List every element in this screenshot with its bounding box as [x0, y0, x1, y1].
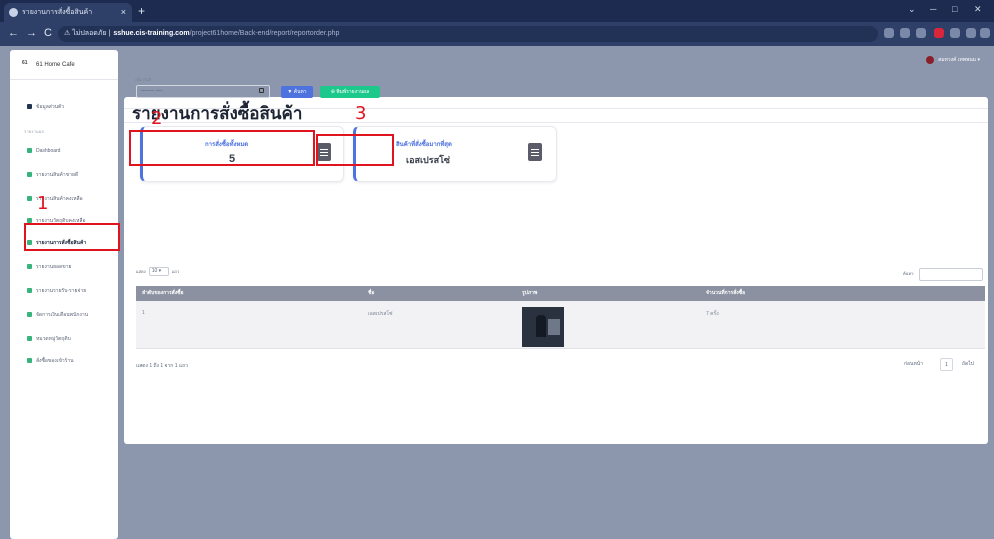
report-icon [27, 172, 32, 177]
maximize-button[interactable]: □ [952, 4, 957, 14]
avatar [926, 56, 935, 64]
user-name: สมหวงค์ เทพพนม ▾ [938, 57, 980, 63]
cell-no: 1 [142, 310, 145, 316]
sidepanel-icon[interactable] [966, 28, 976, 38]
sidebar-item-salary[interactable]: จัดการเงินเดือนพนักงาน [24, 308, 88, 322]
stat-top-label: สินค้าที่สั่งซื้อมากที่สุด [396, 142, 452, 148]
tab-list-chevron-icon[interactable]: ⌄ [908, 4, 916, 15]
brand-name: 61 Home Cafe [36, 62, 75, 68]
sidebar-item-label: หมวดหมู่วัตถุดิบ [36, 336, 71, 342]
browser-tabbar: รายงานการสั่งซื้อสินค้า × + ⌄ ─ □ ✕ [0, 0, 994, 22]
profile-icon [27, 104, 32, 109]
report-icon [27, 288, 32, 293]
address-bar-row: ← → C ⚠ ไม่ปลอดภัย | sshue.cis-training.c… [0, 22, 994, 46]
annotation-number-1: 1 [37, 193, 49, 214]
date-input-value: -------- ---- [141, 88, 163, 94]
search-input[interactable] [919, 268, 983, 281]
browser-tab[interactable]: รายงานการสั่งซื้อสินค้า × [4, 3, 132, 22]
cell-name: เอสเปรสโซ่ [368, 311, 393, 317]
cell-qty: 7 ครั้ง [706, 311, 719, 317]
divider [124, 108, 988, 109]
sidebar-heading: รายงานผล [24, 129, 45, 134]
annotation-number-2: 2 [151, 108, 163, 129]
report-icon [27, 312, 32, 317]
not-secure-label: ⚠ ไม่ปลอดภัย | [64, 30, 111, 37]
sidebar-item-label: รายงานสินค้าขายดี [36, 172, 79, 178]
highlight-box-3 [316, 134, 394, 166]
show-prefix: แสดง [136, 269, 146, 274]
sidebar-item-stock[interactable]: รายงานสินค้าคงเหลือ [24, 192, 83, 206]
tab-title: รายงานการสั่งซื้อสินค้า [22, 9, 93, 16]
sidebar-item-label: รายงานรายรับ-รายจ่าย [36, 288, 87, 294]
url-host: sshue.cis-training.com [113, 30, 190, 37]
highlight-box-1 [24, 223, 120, 251]
minimize-button[interactable]: ─ [930, 4, 936, 14]
column-header[interactable]: ลำดับของการสั่งซื้อ [142, 286, 184, 301]
forward-button[interactable]: → [26, 26, 37, 40]
sidebar-item-profile[interactable]: ข้อมูลส่วนตัว [24, 100, 64, 114]
sidebar-item-label: Dashboard [36, 148, 61, 154]
filter-label: เลือกวันที่ [135, 77, 152, 82]
page-area: 61 61 Home Cafe ข้อมูลส่วนตัว รายงานผล D… [0, 46, 994, 539]
reload-button[interactable]: C [44, 26, 52, 40]
zoom-icon[interactable] [884, 28, 894, 38]
sidebar-item-label: สั่งซื้อของเข้าร้าน [36, 358, 74, 364]
divider [124, 122, 988, 123]
sidebar-item-purchase[interactable]: สั่งซื้อของเข้าร้าน [24, 354, 74, 368]
back-button[interactable]: ← [8, 26, 19, 40]
sidebar-item-bestsellers[interactable]: รายงานสินค้าขายดี [24, 168, 78, 182]
extension-icon[interactable] [934, 28, 944, 38]
table-row: 1 เอสเปรสโซ่ 7 ครั้ง [136, 301, 985, 349]
show-suffix: แถว [171, 269, 180, 274]
highlight-box-2 [129, 130, 315, 166]
prev-page-button[interactable]: ก่อนหน้า [904, 358, 923, 371]
column-header[interactable]: จำนวนที่การสั่งซื้อ [706, 286, 745, 301]
sidebar-item-material-category[interactable]: หมวดหมู่วัตถุดิบ [24, 332, 71, 346]
brand-logo: 61 [22, 60, 28, 66]
page-1-button[interactable]: 1 [940, 358, 953, 371]
url-path: /project61home/Back-end/report/reportord… [189, 30, 340, 37]
product-image [522, 307, 564, 347]
brand[interactable]: 61 61 Home Cafe [10, 50, 118, 80]
share-icon[interactable] [900, 28, 910, 38]
column-header[interactable]: รูปภาพ [522, 286, 537, 301]
table-header: ลำดับของการสั่งซื้อ ชื่อ รูปภาพ จำนวนที่… [136, 286, 985, 301]
search-label: ค้นหา: [903, 271, 915, 276]
book-icon [528, 143, 542, 161]
tab-favicon-icon [9, 8, 18, 17]
sidebar-item-sales[interactable]: รายงานยอดขาย [24, 260, 71, 274]
new-tab-button[interactable]: + [138, 3, 145, 19]
report-icon [27, 264, 32, 269]
report-icon [27, 358, 32, 363]
report-icon [27, 196, 32, 201]
filter-button[interactable]: ▼ ค้นหา [281, 86, 313, 98]
extensions-puzzle-icon[interactable] [950, 28, 960, 38]
topbar: สมหวงค์ เทพพนม ▾ [124, 50, 990, 74]
url-input[interactable]: ⚠ ไม่ปลอดภัย | sshue.cis-training.com/pro… [58, 26, 878, 42]
profile-icon[interactable] [980, 28, 990, 38]
report-icon [27, 336, 32, 341]
annotation-number-3: 3 [355, 103, 367, 124]
sidebar-item-income-expense[interactable]: รายงานรายรับ-รายจ่าย [24, 284, 86, 298]
entries-select[interactable]: 10 ▾ [148, 267, 169, 277]
dashboard-icon [27, 148, 32, 153]
table-info: แสดง 1 ถึง 1 จาก 1 แถว [136, 363, 188, 369]
show-entries: แสดง 10 ▾ แถว [136, 267, 180, 277]
close-window-button[interactable]: ✕ [974, 4, 982, 15]
date-input[interactable]: -------- ---- [136, 85, 270, 98]
sidebar-item-label: รายงานยอดขาย [36, 264, 72, 270]
stat-top-value: เอสเปรสโซ่ [406, 155, 451, 165]
sidebar: 61 61 Home Cafe ข้อมูลส่วนตัว รายงานผล D… [10, 50, 118, 539]
bookmark-star-icon[interactable] [916, 28, 926, 38]
calendar-icon[interactable] [259, 88, 264, 93]
sidebar-item-label: ข้อมูลส่วนตัว [36, 104, 65, 110]
tab-close-icon[interactable]: × [121, 3, 126, 22]
next-page-button[interactable]: ถัดไป [962, 358, 974, 371]
sidebar-item-label: จัดการเงินเดือนพนักงาน [36, 312, 89, 318]
sidebar-item-dashboard[interactable]: Dashboard [24, 144, 60, 158]
print-report-button[interactable]: ⊕ พิมพ์รายงานผล [320, 86, 380, 98]
user-menu[interactable]: สมหวงค์ เทพพนม ▾ [926, 55, 980, 65]
column-header[interactable]: ชื่อ [368, 286, 374, 301]
